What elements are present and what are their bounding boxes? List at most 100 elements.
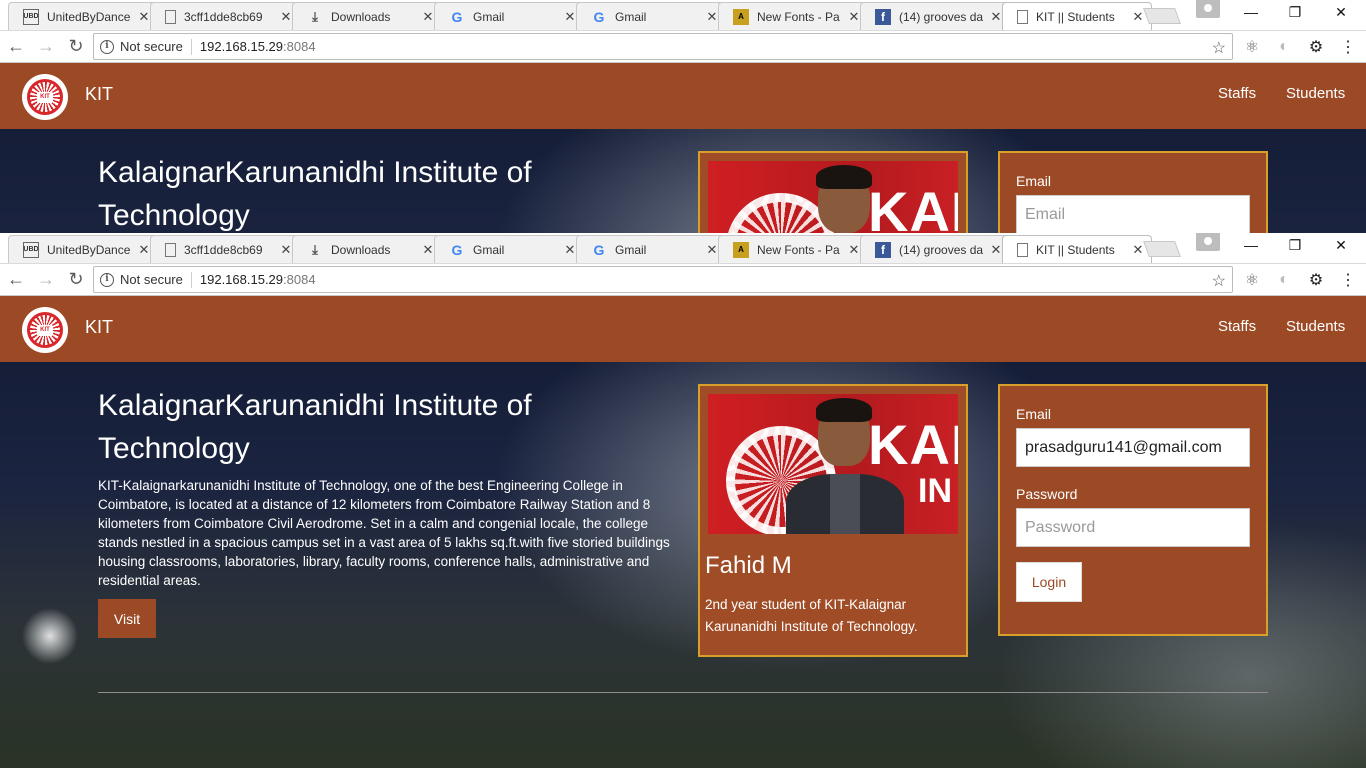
browser-tab[interactable]: 3cff1dde8cb69 ✕ <box>150 235 300 263</box>
reload-icon[interactable]: ↻ <box>62 266 90 294</box>
browser-tab[interactable]: ⤓ Downloads ✕ <box>292 2 442 30</box>
tab-title: New Fonts - Pa <box>757 9 840 24</box>
facebook-icon: f <box>875 241 891 258</box>
profile-icon[interactable] <box>1196 233 1220 251</box>
nav-link-staffs[interactable]: Staffs <box>1218 85 1256 102</box>
close-tab-icon[interactable]: ✕ <box>137 242 151 258</box>
reload-icon[interactable]: ↻ <box>62 33 90 61</box>
close-tab-icon[interactable]: ✕ <box>421 9 435 25</box>
url-port: :8084 <box>283 272 316 287</box>
settings-gear-icon[interactable]: ⚙ <box>1306 37 1326 57</box>
login-button[interactable]: Login <box>1016 562 1082 602</box>
restore-icon[interactable]: ❐ <box>1272 237 1318 257</box>
tab-title: UnitedByDance <box>47 9 131 24</box>
logo-text: KIT <box>37 91 53 103</box>
google-icon: G <box>593 8 605 25</box>
close-tab-icon[interactable]: ✕ <box>563 242 577 258</box>
close-tab-icon[interactable]: ✕ <box>989 242 1003 258</box>
browser-tab[interactable]: G Gmail ✕ <box>576 235 726 263</box>
close-tab-icon[interactable]: ✕ <box>421 242 435 258</box>
browser-tab[interactable]: ⤓ Downloads ✕ <box>292 235 442 263</box>
minimize-icon[interactable]: — <box>1228 237 1274 257</box>
browser-tab[interactable]: A New Fonts - Pa ✕ <box>718 2 868 30</box>
browser-tab[interactable]: UBD UnitedByDance ✕ <box>8 235 158 263</box>
tab-title: Gmail <box>615 242 647 257</box>
tab-title: (14) grooves da <box>899 242 984 257</box>
url-host: 192.168.15.29 <box>199 39 284 54</box>
tab-title: Gmail <box>473 242 505 257</box>
browser-tab-active[interactable]: KIT || Students ✕ <box>1002 235 1152 263</box>
tab-title: KIT || Students <box>1036 242 1115 257</box>
forward-arrow-icon[interactable]: → <box>32 33 60 61</box>
kit-logo[interactable]: KIT <box>22 307 68 353</box>
restore-icon[interactable]: ❐ <box>1272 4 1318 24</box>
close-window-icon[interactable]: ✕ <box>1318 237 1364 257</box>
nav-link-staffs[interactable]: Staffs <box>1218 318 1256 335</box>
minimize-icon[interactable]: — <box>1228 4 1274 24</box>
download-icon: ⤓ <box>312 8 318 24</box>
logo-wheel: KIT <box>27 79 63 115</box>
close-tab-icon[interactable]: ✕ <box>847 9 861 25</box>
kit-logo[interactable]: KIT <box>22 74 68 120</box>
login-form: Email Password Login <box>998 151 1268 233</box>
menu-kebab-icon[interactable]: ⋮ <box>1338 37 1358 57</box>
extension-icon[interactable]: ◐ <box>1274 270 1294 290</box>
bookmark-star-icon[interactable]: ☆ <box>1212 38 1226 58</box>
menu-kebab-icon[interactable]: ⋮ <box>1338 270 1358 290</box>
close-tab-icon[interactable]: ✕ <box>989 9 1003 25</box>
extension-icon[interactable]: ◐ <box>1274 37 1294 57</box>
browser-window-foreground: UBD UnitedByDance ✕ 3cff1dde8cb69 ✕ ⤓ Do… <box>0 233 1366 768</box>
divider <box>190 38 192 55</box>
site-navbar: KIT KIT Staffs Students <box>0 63 1366 129</box>
browser-tab[interactable]: f (14) grooves da ✕ <box>860 235 1010 263</box>
hero-title: KalaignarKarunanidhi Institute of Techno… <box>98 156 532 232</box>
close-tab-icon[interactable]: ✕ <box>705 9 719 25</box>
forward-arrow-icon[interactable]: → <box>32 266 60 294</box>
tab-strip: UBD UnitedByDance ✕ 3cff1dde8cb69 ✕ ⤓ Do… <box>0 0 1366 31</box>
browser-tab[interactable]: G Gmail ✕ <box>576 2 726 30</box>
settings-gear-icon[interactable]: ⚙ <box>1306 270 1326 290</box>
close-tab-icon[interactable]: ✕ <box>137 9 151 25</box>
close-tab-icon[interactable]: ✕ <box>705 242 719 258</box>
email-field[interactable] <box>1016 195 1250 233</box>
close-tab-icon[interactable]: ✕ <box>1131 9 1145 25</box>
back-arrow-icon[interactable]: ← <box>2 266 30 294</box>
browser-tab[interactable]: G Gmail ✕ <box>434 235 584 263</box>
browser-tab[interactable]: f (14) grooves da ✕ <box>860 2 1010 30</box>
browser-tab-active[interactable]: KIT || Students ✕ <box>1002 2 1152 30</box>
address-bar[interactable]: i Not secure 192.168.15.29:8084 ☆ <box>93 33 1233 60</box>
fonts-site-icon: A <box>733 241 749 258</box>
address-bar[interactable]: i Not secure 192.168.15.29:8084 ☆ <box>93 266 1233 293</box>
profile-icon[interactable] <box>1196 0 1220 18</box>
info-icon[interactable]: i <box>100 39 114 54</box>
security-label: Not secure <box>120 272 183 287</box>
close-window-icon[interactable]: ✕ <box>1318 4 1364 24</box>
browser-tab[interactable]: UBD UnitedByDance ✕ <box>8 2 158 30</box>
tab-title: Downloads <box>331 242 391 257</box>
close-tab-icon[interactable]: ✕ <box>279 242 293 258</box>
bookmark-star-icon[interactable]: ☆ <box>1212 271 1226 291</box>
login-form: Email Password Login <box>998 384 1268 636</box>
info-icon[interactable]: i <box>100 272 114 287</box>
visit-button[interactable]: Visit <box>98 599 156 638</box>
password-field[interactable] <box>1016 508 1250 547</box>
brand-name[interactable]: KIT <box>85 317 113 338</box>
close-tab-icon[interactable]: ✕ <box>1131 242 1145 258</box>
new-tab-button[interactable] <box>1143 8 1181 24</box>
back-arrow-icon[interactable]: ← <box>2 33 30 61</box>
tab-title: Downloads <box>331 9 391 24</box>
email-field[interactable] <box>1016 428 1250 467</box>
new-tab-button[interactable] <box>1143 241 1181 257</box>
browser-tab[interactable]: G Gmail ✕ <box>434 2 584 30</box>
close-tab-icon[interactable]: ✕ <box>279 9 293 25</box>
browser-tab[interactable]: 3cff1dde8cb69 ✕ <box>150 2 300 30</box>
extension-icon[interactable]: ⚛ <box>1242 37 1262 57</box>
nav-link-students[interactable]: Students <box>1286 318 1345 335</box>
brand-name[interactable]: KIT <box>85 84 113 105</box>
photo-banner-text: KAL <box>868 413 958 476</box>
browser-tab[interactable]: A New Fonts - Pa ✕ <box>718 235 868 263</box>
extension-icon[interactable]: ⚛ <box>1242 270 1262 290</box>
nav-link-students[interactable]: Students <box>1286 85 1345 102</box>
close-tab-icon[interactable]: ✕ <box>563 9 577 25</box>
close-tab-icon[interactable]: ✕ <box>847 242 861 258</box>
